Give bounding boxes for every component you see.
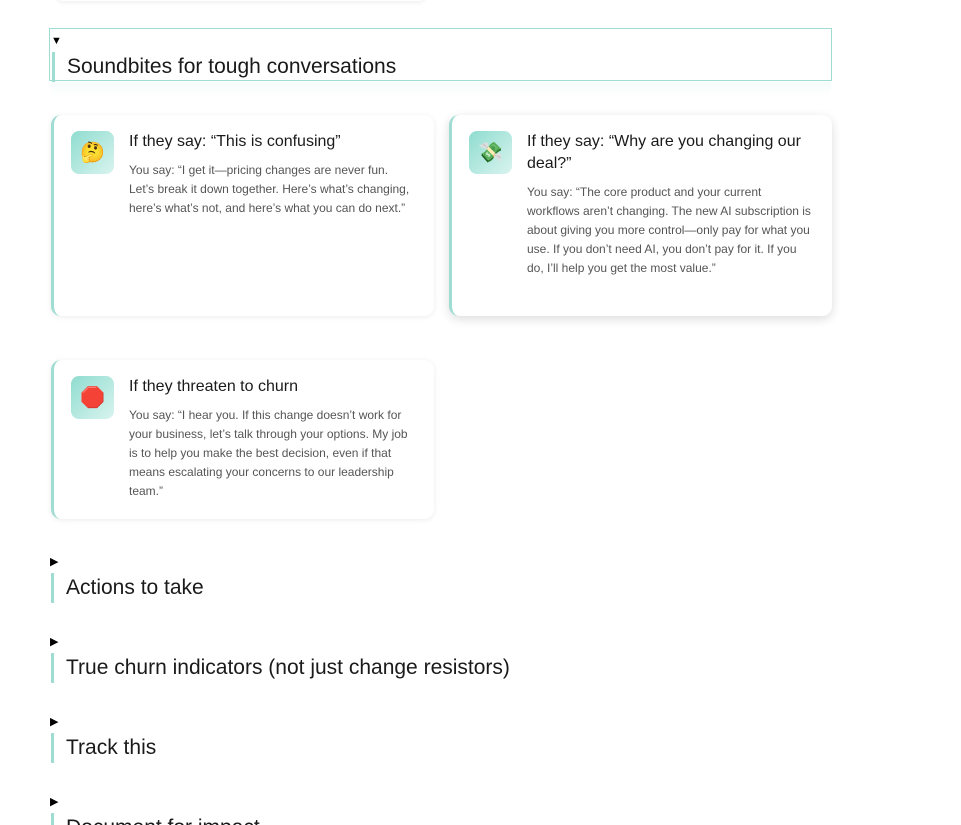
- thinking-face-icon: 🤔: [71, 131, 114, 174]
- expand-triangle-icon[interactable]: ▶: [50, 716, 58, 728]
- expand-triangle-icon[interactable]: ▶: [50, 556, 58, 568]
- soundbite-card-churn-threat: 🛑 If they threaten to churn You say: “I …: [51, 360, 434, 519]
- actions-section-header[interactable]: ▶ Actions to take: [49, 555, 832, 605]
- card-body: You say: “I hear you. If this change doe…: [129, 408, 408, 498]
- card-title: If they say: “This is confusing”: [129, 133, 341, 150]
- money-with-wings-icon: 💸: [469, 131, 512, 174]
- document-impact-section-header[interactable]: ▶ Document for impact: [49, 795, 832, 825]
- expand-triangle-icon[interactable]: ▶: [50, 636, 58, 648]
- card-body: You say: “The core product and your curr…: [527, 185, 811, 275]
- collapse-triangle-icon[interactable]: ▼: [51, 35, 62, 47]
- section-title-document-impact: Document for impact: [51, 813, 260, 825]
- soundbite-card-confusing: 🤔 If they say: “This is confusing” You s…: [51, 115, 434, 316]
- track-this-section-header[interactable]: ▶ Track this: [49, 715, 832, 765]
- card-title: If they say: “Why are you changing our d…: [527, 133, 801, 172]
- section-title-soundbites: Soundbites for tough conversations: [52, 52, 396, 82]
- section-title-track-this: Track this: [51, 733, 156, 763]
- previous-card-edge: [56, 0, 426, 1]
- soundbite-card-deal-change: 💸 If they say: “Why are you changing our…: [449, 115, 832, 316]
- card-body: You say: “I get it—pricing changes are n…: [129, 163, 410, 215]
- section-title-actions: Actions to take: [51, 573, 204, 603]
- expand-triangle-icon[interactable]: ▶: [50, 796, 58, 808]
- section-title-churn-indicators: True churn indicators (not just change r…: [51, 653, 510, 683]
- page: ▼ Soundbites for tough conversations 🤔 I…: [0, 0, 961, 825]
- card-title: If they threaten to churn: [129, 378, 298, 395]
- soundbites-section-header[interactable]: ▼ Soundbites for tough conversations: [49, 28, 832, 82]
- churn-indicators-section-header[interactable]: ▶ True churn indicators (not just change…: [49, 635, 832, 685]
- stop-sign-icon: 🛑: [71, 376, 114, 419]
- section-divider: [51, 82, 831, 96]
